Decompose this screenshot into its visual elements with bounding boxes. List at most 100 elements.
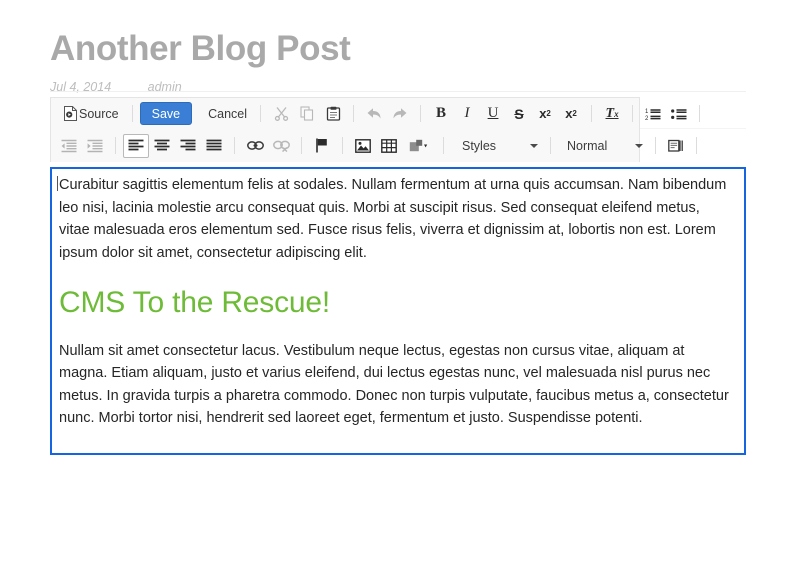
toolbar-separator (353, 105, 355, 122)
clipboard-icon (325, 105, 342, 122)
paste-button[interactable] (320, 102, 346, 126)
indent-button[interactable] (82, 134, 108, 158)
outdent-button[interactable] (56, 134, 82, 158)
format-dropdown[interactable]: Normal (558, 134, 648, 158)
toolbar-separator (301, 137, 302, 154)
show-blocks-icon (668, 137, 685, 154)
superscript-button[interactable]: x2 (558, 102, 584, 126)
remove-format-button[interactable]: Tx (599, 102, 625, 126)
italic-button[interactable]: I (454, 102, 480, 126)
editor-heading[interactable]: CMS To the Rescue! (59, 286, 732, 321)
table-button[interactable] (376, 134, 402, 158)
strikethrough-button[interactable]: S (506, 102, 532, 126)
text-caret (57, 176, 58, 191)
flag-icon (314, 137, 331, 154)
toolbar-separator (443, 137, 444, 154)
remove-format-index: x (614, 108, 619, 119)
align-left-button[interactable] (123, 133, 149, 158)
toolbar-separator (131, 105, 133, 122)
redo-arrow-icon (392, 105, 409, 122)
italic-label: I (464, 105, 470, 121)
numbered-list-button[interactable]: 1 2 (640, 102, 666, 126)
table-grid-icon (381, 137, 398, 154)
editor-paragraph-2[interactable]: Nullam sit amet consectetur lacus. Vesti… (59, 340, 732, 430)
align-center-icon (154, 137, 171, 154)
bulleted-list-icon (671, 105, 688, 122)
copy-button[interactable] (294, 102, 320, 126)
toolbar-separator (550, 137, 551, 154)
superscript-glyph: x2 (562, 103, 580, 125)
copy-icon (299, 105, 316, 122)
subscript-label: x (539, 106, 547, 121)
image-icon (355, 137, 372, 154)
justify-button[interactable] (201, 134, 227, 158)
chevron-down-icon (530, 143, 538, 148)
source-label: Source (79, 106, 119, 121)
undo-button[interactable] (361, 102, 387, 126)
toolbar-separator (342, 137, 343, 154)
redo-button[interactable] (387, 102, 413, 126)
cut-button[interactable] (268, 102, 294, 126)
cancel-label: Cancel (208, 106, 248, 121)
format-label: Normal (567, 138, 608, 153)
toolbar-separator (699, 105, 701, 122)
justify-icon (206, 137, 223, 154)
bold-button[interactable]: B (428, 102, 454, 126)
anchor-button[interactable] (309, 134, 335, 158)
align-right-button[interactable] (175, 134, 201, 158)
outdent-icon (61, 137, 78, 154)
underline-label: U (487, 105, 499, 121)
toolbar-separator (234, 137, 235, 154)
svg-text:1: 1 (645, 109, 649, 115)
bold-label: B (436, 105, 447, 121)
underline-button[interactable]: U (480, 102, 506, 126)
header-divider (50, 91, 746, 92)
subscript-index: 2 (546, 109, 551, 118)
subscript-button[interactable]: x2 (532, 102, 558, 126)
unlink-button[interactable] (268, 134, 294, 158)
bulleted-list-button[interactable] (666, 102, 692, 126)
editor-content-area[interactable]: Curabitur sagittis elementum felis at so… (50, 167, 746, 455)
styles-dropdown[interactable]: Styles (453, 134, 543, 158)
superscript-label: x (565, 106, 573, 121)
scissors-icon (273, 105, 290, 122)
broken-chain-icon (272, 137, 290, 154)
image-button[interactable] (350, 134, 376, 158)
remove-format-label: T (605, 105, 615, 121)
editor-paragraph-1[interactable]: Curabitur sagittis elementum felis at so… (57, 174, 732, 264)
source-button[interactable]: Source (56, 103, 125, 125)
template-icon (408, 137, 428, 154)
subscript-glyph: x2 (536, 103, 554, 125)
toolbar-row-1: Source Save Cancel B I U S x 2 x 2 T x 1… (51, 98, 701, 129)
save-button[interactable]: Save (139, 102, 193, 125)
toolbar-separator (655, 137, 656, 154)
save-label: Save (151, 106, 181, 121)
source-icon (62, 105, 79, 122)
toolbar-separator (260, 105, 262, 122)
align-left-icon (128, 137, 145, 154)
remove-format-glyph: Tx (603, 103, 621, 125)
toolbar-row-2: Styles Normal (51, 129, 697, 162)
link-button[interactable] (242, 134, 268, 158)
indent-icon (87, 137, 104, 154)
toolbar-separator (591, 105, 593, 122)
styles-label: Styles (462, 138, 497, 153)
toolbar-separator (696, 137, 697, 154)
page-root: Another Blog Post Jul 4, 2014 admin Sour… (0, 0, 800, 568)
link-chain-icon (246, 137, 264, 154)
svg-text:2: 2 (645, 116, 649, 121)
align-center-button[interactable] (149, 134, 175, 158)
toolbar-separator (420, 105, 422, 122)
undo-arrow-icon (366, 105, 383, 122)
align-right-icon (180, 137, 197, 154)
post-header: Another Blog Post Jul 4, 2014 admin (50, 29, 750, 93)
page-title: Another Blog Post (50, 29, 351, 68)
show-blocks-button[interactable] (663, 134, 689, 158)
editor-toolbar: Source Save Cancel B I U S x 2 x 2 T x 1… (50, 97, 701, 162)
chevron-down-icon (635, 143, 643, 148)
template-button[interactable] (402, 134, 434, 158)
strikethrough-label: S (514, 105, 524, 122)
toolbar-separator (632, 105, 634, 122)
editor-link[interactable]: Learn more at concrete5.org (59, 450, 732, 454)
cancel-button[interactable]: Cancel (202, 103, 253, 125)
